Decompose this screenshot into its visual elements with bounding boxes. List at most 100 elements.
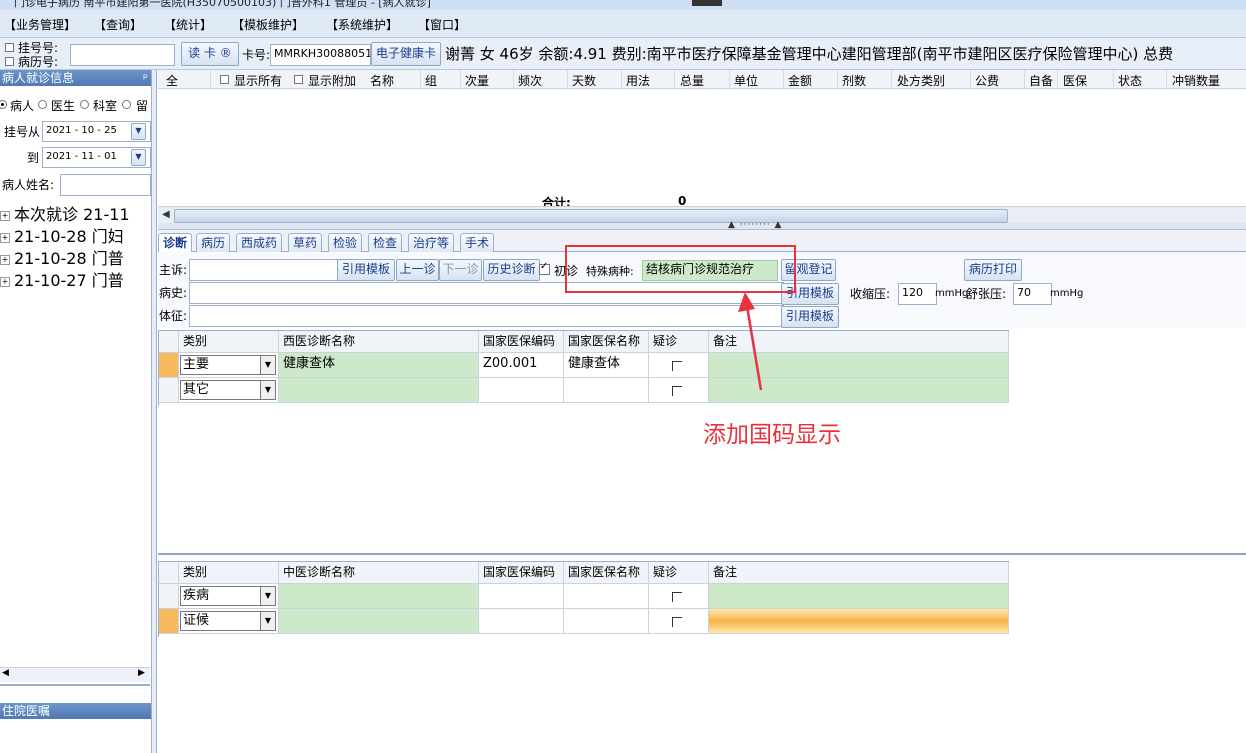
diagnosis-name-cell[interactable]: 健康查体 bbox=[279, 353, 479, 378]
col-amount[interactable]: 金额 bbox=[788, 72, 812, 88]
col-suspected[interactable]: 疑诊 bbox=[649, 331, 709, 353]
remark-cell[interactable] bbox=[709, 584, 1009, 609]
chevron-down-icon[interactable]: ▼ bbox=[260, 587, 275, 605]
menu-business[interactable]: 【业务管理】 bbox=[4, 16, 76, 33]
reg-from-dropdown-icon[interactable]: ▼ bbox=[131, 123, 146, 140]
tab-herbal[interactable]: 草药 bbox=[288, 233, 323, 252]
chevron-down-icon[interactable]: ▼ bbox=[260, 612, 275, 630]
patient-name-input[interactable] bbox=[60, 174, 151, 196]
col-public-fee[interactable]: 公费 bbox=[975, 72, 999, 88]
col-category[interactable]: 类别 bbox=[179, 562, 279, 584]
menu-system[interactable]: 【系统维护】 bbox=[326, 16, 398, 33]
col-self-provided[interactable]: 自备 bbox=[1029, 72, 1053, 88]
record-print-button[interactable]: 病历打印 bbox=[964, 259, 1022, 281]
col-tcm-diagnosis-name[interactable]: 中医诊断名称 bbox=[279, 562, 479, 584]
expand-icon[interactable]: + bbox=[0, 210, 10, 221]
national-code-cell[interactable] bbox=[479, 584, 564, 609]
left-hscroll[interactable]: ◀ ▶ bbox=[0, 667, 150, 682]
next-visit-button[interactable]: 下一诊 bbox=[439, 259, 482, 281]
category-select[interactable]: 疾病 ▼ bbox=[180, 586, 276, 606]
col-frequency[interactable]: 频次 bbox=[518, 72, 542, 88]
suspected-checkbox[interactable] bbox=[672, 592, 682, 602]
suspected-checkbox[interactable] bbox=[672, 386, 682, 396]
menu-template[interactable]: 【模板维护】 bbox=[232, 16, 304, 33]
tab-lab[interactable]: 检验 bbox=[328, 233, 363, 252]
row-indicator[interactable] bbox=[159, 378, 179, 403]
table-row[interactable]: 证候 ▼ bbox=[179, 609, 279, 634]
suspected-cell[interactable] bbox=[649, 609, 709, 634]
category-select[interactable]: 证候 ▼ bbox=[180, 611, 276, 631]
national-code-cell[interactable] bbox=[479, 609, 564, 634]
national-name-cell[interactable] bbox=[564, 378, 649, 403]
tab-exam[interactable]: 检查 bbox=[368, 233, 403, 252]
diagnosis-name-cell[interactable] bbox=[279, 378, 479, 403]
col-name[interactable]: 名称 bbox=[370, 72, 394, 88]
col-dose[interactable]: 次量 bbox=[465, 72, 489, 88]
menu-statistics[interactable]: 【统计】 bbox=[164, 16, 212, 33]
national-name-cell[interactable]: 健康查体 bbox=[564, 353, 649, 378]
national-code-cell[interactable] bbox=[479, 378, 564, 403]
row-indicator[interactable] bbox=[159, 584, 179, 609]
cite-template-button[interactable]: 引用模板 bbox=[337, 259, 395, 281]
read-card-button[interactable]: 读 卡 ® bbox=[181, 42, 239, 66]
row-indicator[interactable] bbox=[159, 609, 179, 634]
col-all[interactable]: 全 bbox=[166, 72, 178, 88]
history-diagnosis-button[interactable]: 历史诊断 bbox=[483, 259, 540, 281]
radio-doctor[interactable] bbox=[38, 100, 47, 109]
e-health-card-button[interactable]: 电子健康卡 bbox=[371, 42, 441, 66]
record-no-checkbox[interactable] bbox=[5, 57, 14, 66]
col-insurance[interactable]: 医保 bbox=[1063, 72, 1087, 88]
menu-query[interactable]: 【查询】 bbox=[94, 16, 142, 33]
tab-treatment[interactable]: 治疗等 bbox=[408, 233, 455, 252]
complaint-input[interactable] bbox=[189, 259, 339, 281]
col-reversal-qty[interactable]: 冲销数量 bbox=[1172, 72, 1220, 88]
scroll-left-icon[interactable]: ◀ bbox=[162, 209, 170, 220]
vertical-splitter[interactable] bbox=[152, 70, 157, 753]
col-unit[interactable]: 单位 bbox=[734, 72, 758, 88]
col-group[interactable]: 组 bbox=[425, 72, 437, 88]
card-no-input[interactable]: MMRKH30088051 bbox=[270, 44, 371, 66]
menu-window[interactable]: 【窗口】 bbox=[418, 16, 466, 33]
tree-item[interactable]: +21-10-28 门普 bbox=[0, 249, 124, 269]
scroll-left-icon[interactable]: ◀ bbox=[2, 668, 9, 678]
chevron-down-icon[interactable]: ▼ bbox=[260, 381, 275, 399]
diagnosis-name-cell[interactable] bbox=[279, 609, 479, 634]
row-indicator[interactable] bbox=[159, 353, 179, 378]
suspected-cell[interactable] bbox=[649, 353, 709, 378]
radio-department[interactable] bbox=[80, 100, 89, 109]
show-all-checkbox[interactable] bbox=[220, 75, 229, 84]
col-category[interactable]: 类别 bbox=[179, 331, 279, 353]
suspected-cell[interactable] bbox=[649, 378, 709, 403]
suspected-checkbox[interactable] bbox=[672, 361, 682, 371]
scroll-right-icon[interactable]: ▶ bbox=[138, 668, 145, 678]
expand-icon[interactable]: + bbox=[0, 232, 10, 243]
expand-icon[interactable]: + bbox=[0, 276, 10, 287]
tab-diagnosis[interactable]: 诊断 bbox=[158, 233, 193, 252]
sign-input[interactable] bbox=[189, 305, 784, 327]
category-select[interactable]: 其它 ▼ bbox=[180, 380, 276, 400]
tree-item[interactable]: +21-10-27 门普 bbox=[0, 271, 124, 291]
table-row[interactable]: 疾病 ▼ bbox=[179, 584, 279, 609]
col-total[interactable]: 总量 bbox=[680, 72, 704, 88]
national-name-cell[interactable] bbox=[564, 584, 649, 609]
tab-surgery[interactable]: 手术 bbox=[460, 233, 495, 252]
reg-no-input[interactable] bbox=[70, 44, 175, 66]
splitter-grip-icon[interactable]: ▲ ········ ▲ bbox=[728, 220, 782, 230]
suspected-cell[interactable] bbox=[649, 584, 709, 609]
reg-no-checkbox[interactable] bbox=[5, 43, 14, 52]
tab-western-medicine[interactable]: 西成药 bbox=[236, 233, 283, 252]
col-usage[interactable]: 用法 bbox=[626, 72, 650, 88]
diagnosis-name-cell[interactable] bbox=[279, 584, 479, 609]
suspected-checkbox[interactable] bbox=[672, 617, 682, 627]
scroll-thumb[interactable] bbox=[174, 209, 1008, 223]
tree-item[interactable]: + 本次就诊 21-11 bbox=[0, 205, 130, 225]
national-code-cell[interactable]: Z00.001 bbox=[479, 353, 564, 378]
reg-to-dropdown-icon[interactable]: ▼ bbox=[131, 149, 146, 166]
radio-observation[interactable] bbox=[122, 100, 131, 109]
col-days[interactable]: 天数 bbox=[572, 72, 596, 88]
radio-patient[interactable] bbox=[0, 100, 7, 109]
col-national-code[interactable]: 国家医保编码 bbox=[479, 331, 564, 353]
remark-cell[interactable] bbox=[709, 609, 1009, 634]
table-row[interactable]: 其它 ▼ bbox=[179, 378, 279, 403]
horizontal-splitter[interactable]: ▲ ········ ▲ bbox=[158, 220, 1246, 230]
